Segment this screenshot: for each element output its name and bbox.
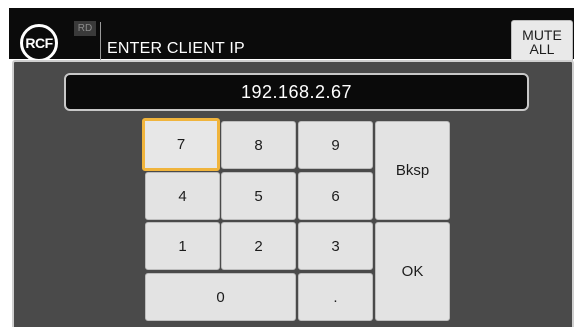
key-7[interactable]: 7 bbox=[142, 118, 220, 171]
key-2[interactable]: 2 bbox=[221, 222, 296, 270]
mute-all-button[interactable]: MUTE ALL bbox=[511, 20, 573, 64]
key-dot[interactable]: . bbox=[298, 273, 373, 321]
key-6[interactable]: 6 bbox=[298, 172, 373, 220]
top-bar: RCF RD ENTER CLIENT IP MUTE ALL bbox=[9, 8, 574, 64]
header-divider bbox=[100, 22, 101, 62]
key-5[interactable]: 5 bbox=[221, 172, 296, 220]
key-8[interactable]: 8 bbox=[221, 121, 296, 169]
key-4[interactable]: 4 bbox=[145, 172, 220, 220]
ok-button[interactable]: OK bbox=[375, 222, 450, 321]
mute-all-label-line2: ALL bbox=[529, 41, 555, 57]
key-3[interactable]: 3 bbox=[298, 222, 373, 270]
key-0[interactable]: 0 bbox=[145, 273, 296, 321]
key-1[interactable]: 1 bbox=[145, 222, 220, 270]
rd-badge: RD bbox=[74, 21, 96, 36]
backspace-button[interactable]: Bksp bbox=[375, 121, 450, 220]
key-9[interactable]: 9 bbox=[298, 121, 373, 169]
mute-all-label-line1: MUTE bbox=[522, 27, 562, 43]
page-title: ENTER CLIENT IP bbox=[107, 40, 245, 57]
client-ip-screen: RCF RD ENTER CLIENT IP MUTE ALL 192.168.… bbox=[0, 0, 579, 327]
ip-address-display[interactable]: 192.168.2.67 bbox=[64, 73, 529, 111]
rcf-logo: RCF bbox=[20, 24, 58, 62]
